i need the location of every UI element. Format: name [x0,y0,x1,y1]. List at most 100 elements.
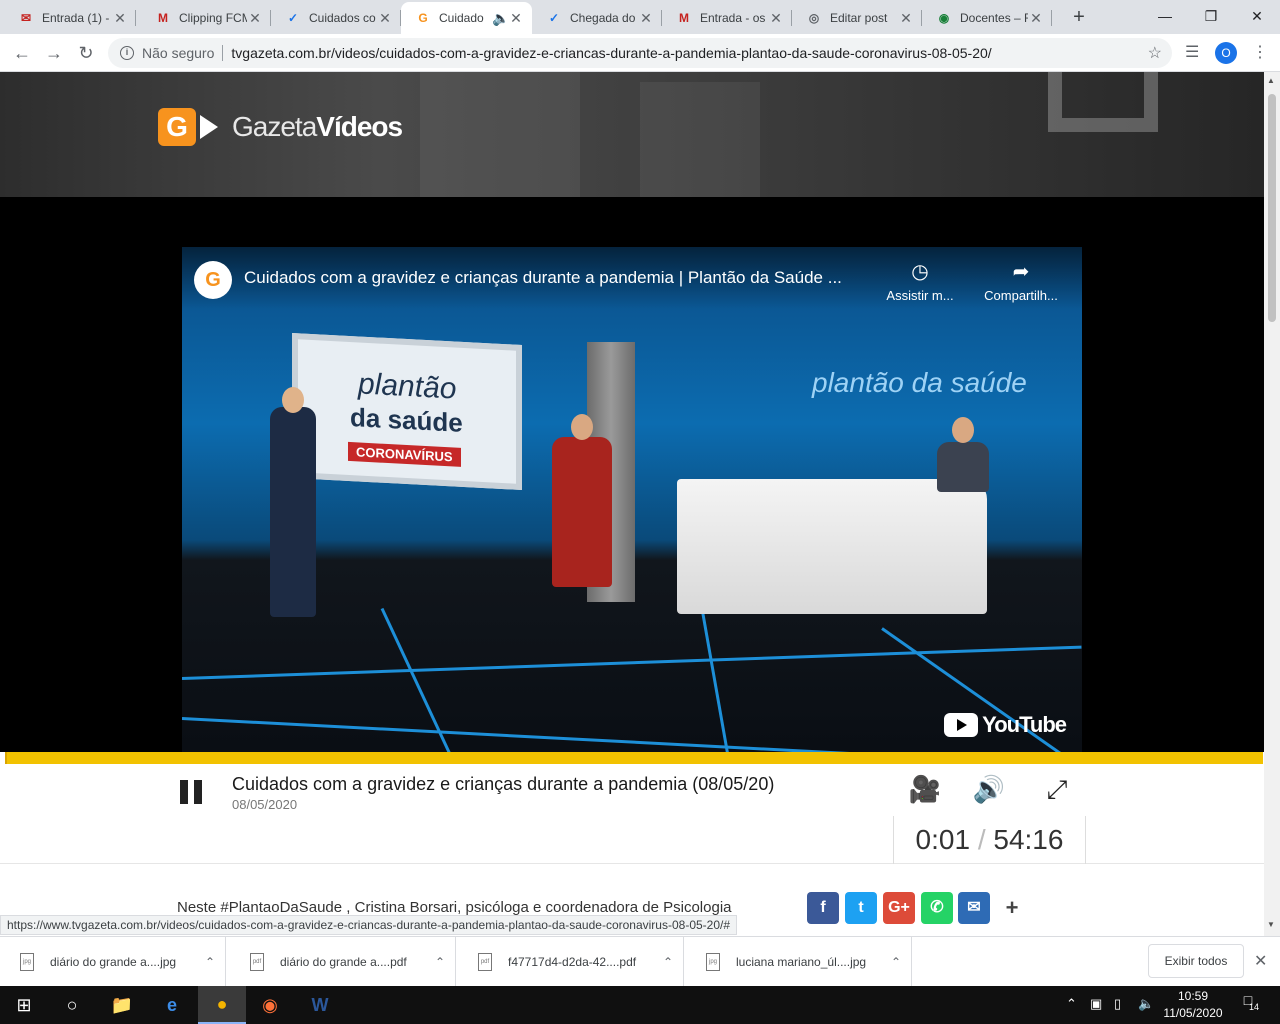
clock-icon: ◷ [911,261,929,283]
file-icon: pdf [478,953,492,971]
edge-icon[interactable]: e [148,986,196,1024]
facebook-share-button[interactable]: f [807,892,839,924]
windows-start-icon[interactable]: ⊞ [0,986,48,1024]
youtube-play-icon [944,713,979,737]
page-scrollbar[interactable]: ▲ ▼ [1264,72,1280,936]
speaker-icon[interactable]: 🔈 [1138,996,1154,1012]
menu-icon[interactable]: ⋮ [1252,42,1268,62]
email-share-button[interactable]: ✉ [958,892,990,924]
notification-center-icon[interactable]: □ 14 [1236,992,1260,1016]
browser-tab[interactable]: ◉ Docentes – F ✕ [922,2,1052,34]
studio-desk [677,479,987,614]
chevron-up-icon[interactable]: ⌃ [881,955,911,969]
site-logo[interactable]: G Gazeta Vídeos [158,108,403,146]
chevron-up-icon[interactable]: ⌃ [425,955,455,969]
tab-title: Chegada do [570,11,636,25]
fullscreen-icon[interactable]: ⤢ [1040,774,1074,808]
progress-bar[interactable] [5,752,1263,764]
show-all-downloads-button[interactable]: Exibir todos [1148,944,1244,978]
youtube-video[interactable]: plantão da saúde CORONAVÍRUS plantão da … [182,247,1082,752]
minimize-button[interactable]: — [1142,0,1188,32]
close-tab-icon[interactable]: ✕ [898,10,914,27]
studio-screen: plantão da saúde CORONAVÍRUS [292,332,522,491]
browser-tab[interactable]: G Cuidado 🔈 ✕ [401,2,532,34]
site-header: G Gazeta Vídeos [0,72,1264,197]
firefox-icon[interactable]: ◉ [246,986,294,1024]
close-tab-icon[interactable]: ✕ [768,10,784,27]
close-tab-icon[interactable]: ✕ [112,10,128,27]
close-tab-icon[interactable]: ✕ [508,10,524,27]
divider [222,45,224,61]
reload-button[interactable]: ↻ [74,41,98,65]
browser-tab[interactable]: ✓ Cuidados co ✕ [271,2,401,34]
browser-tab[interactable]: ✉ Entrada (1) - ✕ [4,2,136,34]
channel-avatar[interactable]: G [194,261,232,299]
watch-later-button[interactable]: ◷ Assistir m... [882,259,958,303]
whatsapp-share-button[interactable]: ✆ [921,892,953,924]
gazeta-icon: G [418,11,428,25]
back-button[interactable]: ← [10,41,34,65]
new-tab-button[interactable]: + [1068,6,1090,29]
maximize-button[interactable]: ❐ [1188,0,1234,32]
more-share-button[interactable]: + [996,892,1028,924]
close-tab-icon[interactable]: ✕ [1028,10,1044,27]
youtube-video-title[interactable]: Cuidados com a gravidez e crianças duran… [244,268,842,288]
download-item[interactable]: jpg luciana mariano_úl....jpg ⌃ [686,937,912,987]
chrome-icon[interactable]: ● [198,986,246,1024]
downloads-bar: jpg diário do grande a....jpg ⌃ pdf diário d… [0,936,1280,987]
pause-button[interactable] [180,780,204,804]
browser-tab[interactable]: M Clipping FCM ✕ [141,2,271,34]
play-icon [200,115,218,139]
network-icon[interactable]: ▣ [1090,996,1102,1012]
tab-title: Cuidados co [309,11,376,25]
forward-button[interactable]: → [42,41,66,65]
youtube-share-button[interactable]: ➦ Compartilh... [978,259,1064,303]
browser-tab[interactable]: ✓ Chegada do ✕ [532,2,662,34]
profile-avatar[interactable]: O [1215,42,1237,64]
scroll-up-icon[interactable]: ▲ [1267,76,1275,85]
presenter-man [552,437,612,587]
current-time: 0:01 [915,824,971,855]
file-explorer-icon[interactable]: 📁 [98,986,146,1024]
scroll-thumb[interactable] [1268,94,1276,322]
youtube-logo[interactable]: YouTube [944,712,1067,738]
security-label: Não seguro [142,45,215,61]
volume-icon[interactable]: 🔊 [972,774,1006,808]
twitter-share-button[interactable]: t [845,892,877,924]
url-text: tvgazeta.com.br/videos/cuidados-com-a-gr… [231,45,992,61]
chevron-up-icon[interactable]: ⌃ [653,955,683,969]
chevron-up-icon[interactable]: ⌃ [195,955,225,969]
download-file-name: diário do grande a....pdf [280,955,407,969]
download-item[interactable]: pdf f47717d4-d2da-42....pdf ⌃ [458,937,684,987]
google-plus-share-button[interactable]: G+ [883,892,915,924]
browser-tab[interactable]: ◎ Editar post ✕ [792,2,922,34]
close-tab-icon[interactable]: ✕ [377,10,393,27]
mail-icon: ✉ [20,11,32,25]
browser-tab[interactable]: M Entrada - os ✕ [662,2,792,34]
bookmark-star-icon[interactable]: ☆ [1148,43,1162,63]
download-file-name: diário do grande a....jpg [50,955,177,969]
system-clock[interactable]: 10:59 11/05/2020 [1155,988,1231,1022]
close-tab-icon[interactable]: ✕ [247,10,263,27]
info-icon[interactable]: i [120,46,134,60]
search-icon[interactable]: ○ [48,986,96,1024]
download-item[interactable]: pdf diário do grande a....pdf ⌃ [230,937,456,987]
browser-toolbar: ← → ↻ i Não seguro tvgazeta.com.br/video… [0,34,1280,72]
media-control-icon[interactable]: ☰ [1185,42,1199,62]
total-time: 54:16 [993,824,1064,855]
close-window-button[interactable]: ✕ [1234,0,1280,32]
speaker-icon[interactable]: 🔈 [492,10,509,27]
address-bar[interactable]: i Não seguro tvgazeta.com.br/videos/cuid… [108,38,1172,68]
battery-icon[interactable]: ▯ [1114,996,1121,1012]
word-icon[interactable]: W [296,986,344,1024]
close-tab-icon[interactable]: ✕ [638,10,654,27]
tab-title: Clipping FCM [179,11,247,25]
download-item[interactable]: jpg diário do grande a....jpg ⌃ [0,937,226,987]
camera-icon[interactable]: 🎥 [908,774,942,808]
close-downloads-icon[interactable]: ✕ [1254,951,1267,971]
download-file-name: f47717d4-d2da-42....pdf [508,955,637,969]
tray-chevron-icon[interactable]: ⌃ [1066,996,1077,1012]
file-icon: jpg [706,953,720,971]
scroll-down-icon[interactable]: ▼ [1267,920,1275,929]
screen: ✉ Entrada (1) - ✕ M Clipping FCM ✕ ✓ Cuidados c… [0,0,1280,1024]
